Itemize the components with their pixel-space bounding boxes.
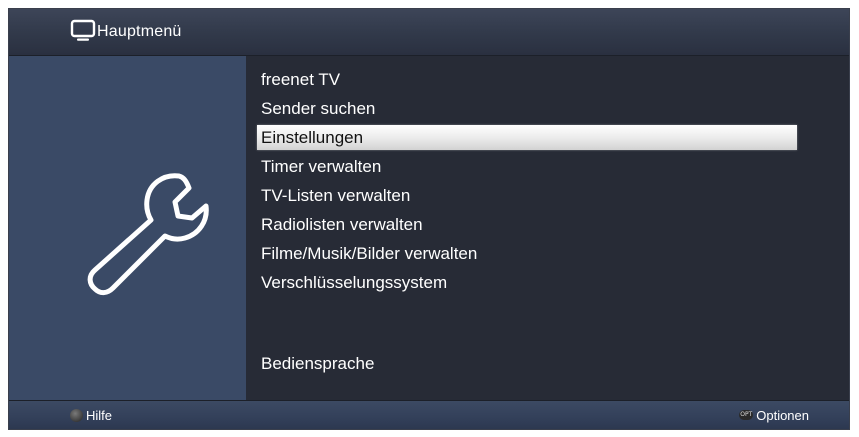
title-bar: Hauptmenü [9, 9, 849, 56]
menu-item-einstellungen[interactable]: Einstellungen [257, 125, 797, 150]
menu-item-verschluesselungssystem[interactable]: Verschlüsselungssystem [257, 270, 797, 295]
tv-icon [70, 19, 96, 41]
menu-item-tv-listen-verwalten[interactable]: TV-Listen verwalten [257, 183, 797, 208]
page-title: Hauptmenü [97, 23, 182, 40]
help-button[interactable]: Hilfe [70, 407, 112, 423]
menu-icon-panel [9, 56, 246, 401]
menu-item-freenet-tv[interactable]: freenet TV [257, 67, 797, 92]
opt-key-icon: OPT [739, 410, 754, 420]
wrench-icon [87, 173, 209, 296]
menu-item-filme-musik-bilder[interactable]: Filme/Musik/Bilder verwalten [257, 241, 797, 266]
options-button[interactable]: OPT Optionen [739, 407, 809, 423]
menu-item-sender-suchen[interactable]: Sender suchen [257, 96, 797, 121]
help-label: Hilfe [86, 407, 113, 423]
menu-item-bediensprache[interactable]: Bediensprache [257, 351, 797, 376]
menu-item-timer-verwalten[interactable]: Timer verwalten [257, 154, 797, 179]
main-menu-screen: Hauptmenü freenet TV Sender suchen Einst… [8, 8, 850, 430]
remote-button-icon [70, 408, 83, 422]
options-label: Optionen [756, 407, 809, 423]
menu-item-radiolisten-verwalten[interactable]: Radiolisten verwalten [257, 212, 797, 237]
bottom-bar: Hilfe OPT Optionen [9, 400, 849, 429]
